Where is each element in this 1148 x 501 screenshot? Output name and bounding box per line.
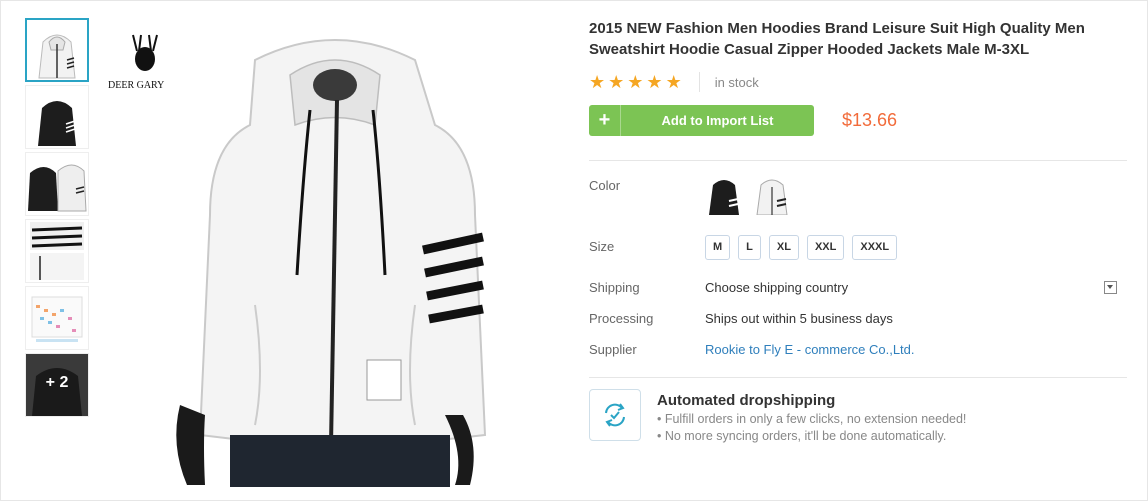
- sync-icon: [589, 389, 641, 441]
- star-icon: ★: [608, 72, 625, 92]
- automated-dropshipping-title: Automated dropshipping: [657, 392, 836, 409]
- processing-value: Ships out within 5 business days: [705, 311, 893, 326]
- product-title: 2015 NEW Fashion Men Hoodies Brand Leisu…: [589, 20, 1085, 58]
- thumbnail-2[interactable]: [25, 85, 89, 149]
- brand-logo: DEER GARY: [108, 34, 164, 91]
- thumbnail-more-label: + 2: [45, 374, 69, 391]
- product-info: 2015 NEW Fashion Men Hoodies Brand Leisu…: [589, 18, 1127, 443]
- supplier-label: Supplier: [589, 342, 637, 357]
- plus-icon: +: [589, 105, 621, 136]
- stock-status: in stock: [714, 74, 759, 90]
- shipping-row: Shipping Choose shipping country: [589, 280, 1127, 295]
- shipping-label: Shipping: [589, 280, 640, 295]
- supplier-link[interactable]: Rookie to Fly E - commerce Co.,Ltd.: [705, 342, 915, 357]
- color-swatch-white[interactable]: [753, 175, 791, 216]
- main-product-image: DEER GARY: [105, 15, 565, 487]
- chevron-down-icon[interactable]: [1104, 281, 1117, 294]
- size-option-l[interactable]: L: [738, 235, 761, 260]
- color-swatch-black[interactable]: [705, 175, 743, 215]
- size-option-xxl[interactable]: XXL: [806, 235, 845, 260]
- add-to-import-list-label: Add to Import List: [661, 113, 774, 128]
- color-row: Color: [589, 178, 1127, 224]
- thumbnail-more[interactable]: + 2: [25, 353, 89, 417]
- buy-row: + Add to Import List $13.66: [589, 105, 1127, 136]
- star-icon: ★: [627, 72, 644, 92]
- color-swatches: [705, 175, 791, 216]
- thumbnail-1[interactable]: [25, 18, 89, 82]
- automated-dropshipping-promo: Automated dropshipping • Fulfill orders …: [589, 389, 1127, 443]
- size-options: M L XL XXL XXXL: [705, 235, 898, 260]
- processing-label: Processing: [589, 311, 654, 326]
- supplier-row: Supplier Rookie to Fly E - commerce Co.,…: [589, 342, 1127, 357]
- thumbnail-3[interactable]: [25, 152, 89, 216]
- thumbnail-5[interactable]: [25, 286, 89, 350]
- star-icon: ★: [646, 72, 663, 92]
- thumbnail-4[interactable]: [25, 219, 89, 283]
- divider: [589, 377, 1127, 378]
- thumbnail-list: + 2: [25, 18, 89, 420]
- product-price: $13.66: [842, 110, 898, 130]
- shipping-country-select[interactable]: Choose shipping country: [705, 280, 1104, 295]
- star-icon: ★: [665, 72, 682, 92]
- star-rating: ★ ★ ★ ★ ★: [589, 73, 682, 91]
- rating-row: ★ ★ ★ ★ ★ in stock: [589, 70, 1127, 94]
- size-option-xxxl[interactable]: XXXL: [852, 235, 898, 260]
- automated-dropshipping-line-1: • Fulfill orders in only a few clicks, n…: [657, 412, 967, 426]
- star-icon: ★: [589, 72, 606, 92]
- add-to-import-list-button[interactable]: + Add to Import List: [589, 105, 814, 136]
- size-option-xl[interactable]: XL: [768, 235, 799, 260]
- size-option-m[interactable]: M: [705, 235, 731, 260]
- processing-row: Processing Ships out within 5 business d…: [589, 311, 1127, 326]
- divider: [698, 72, 700, 92]
- automated-dropshipping-line-2: • No more syncing orders, it'll be done …: [657, 429, 947, 443]
- automated-dropshipping-text: Automated dropshipping • Fulfill orders …: [657, 389, 966, 443]
- color-label: Color: [589, 178, 621, 193]
- brand-logo-text: DEER GARY: [108, 80, 164, 91]
- divider: [589, 160, 1127, 161]
- size-row: Size M L XL XXL XXXL: [589, 235, 1127, 260]
- size-label: Size: [589, 239, 615, 254]
